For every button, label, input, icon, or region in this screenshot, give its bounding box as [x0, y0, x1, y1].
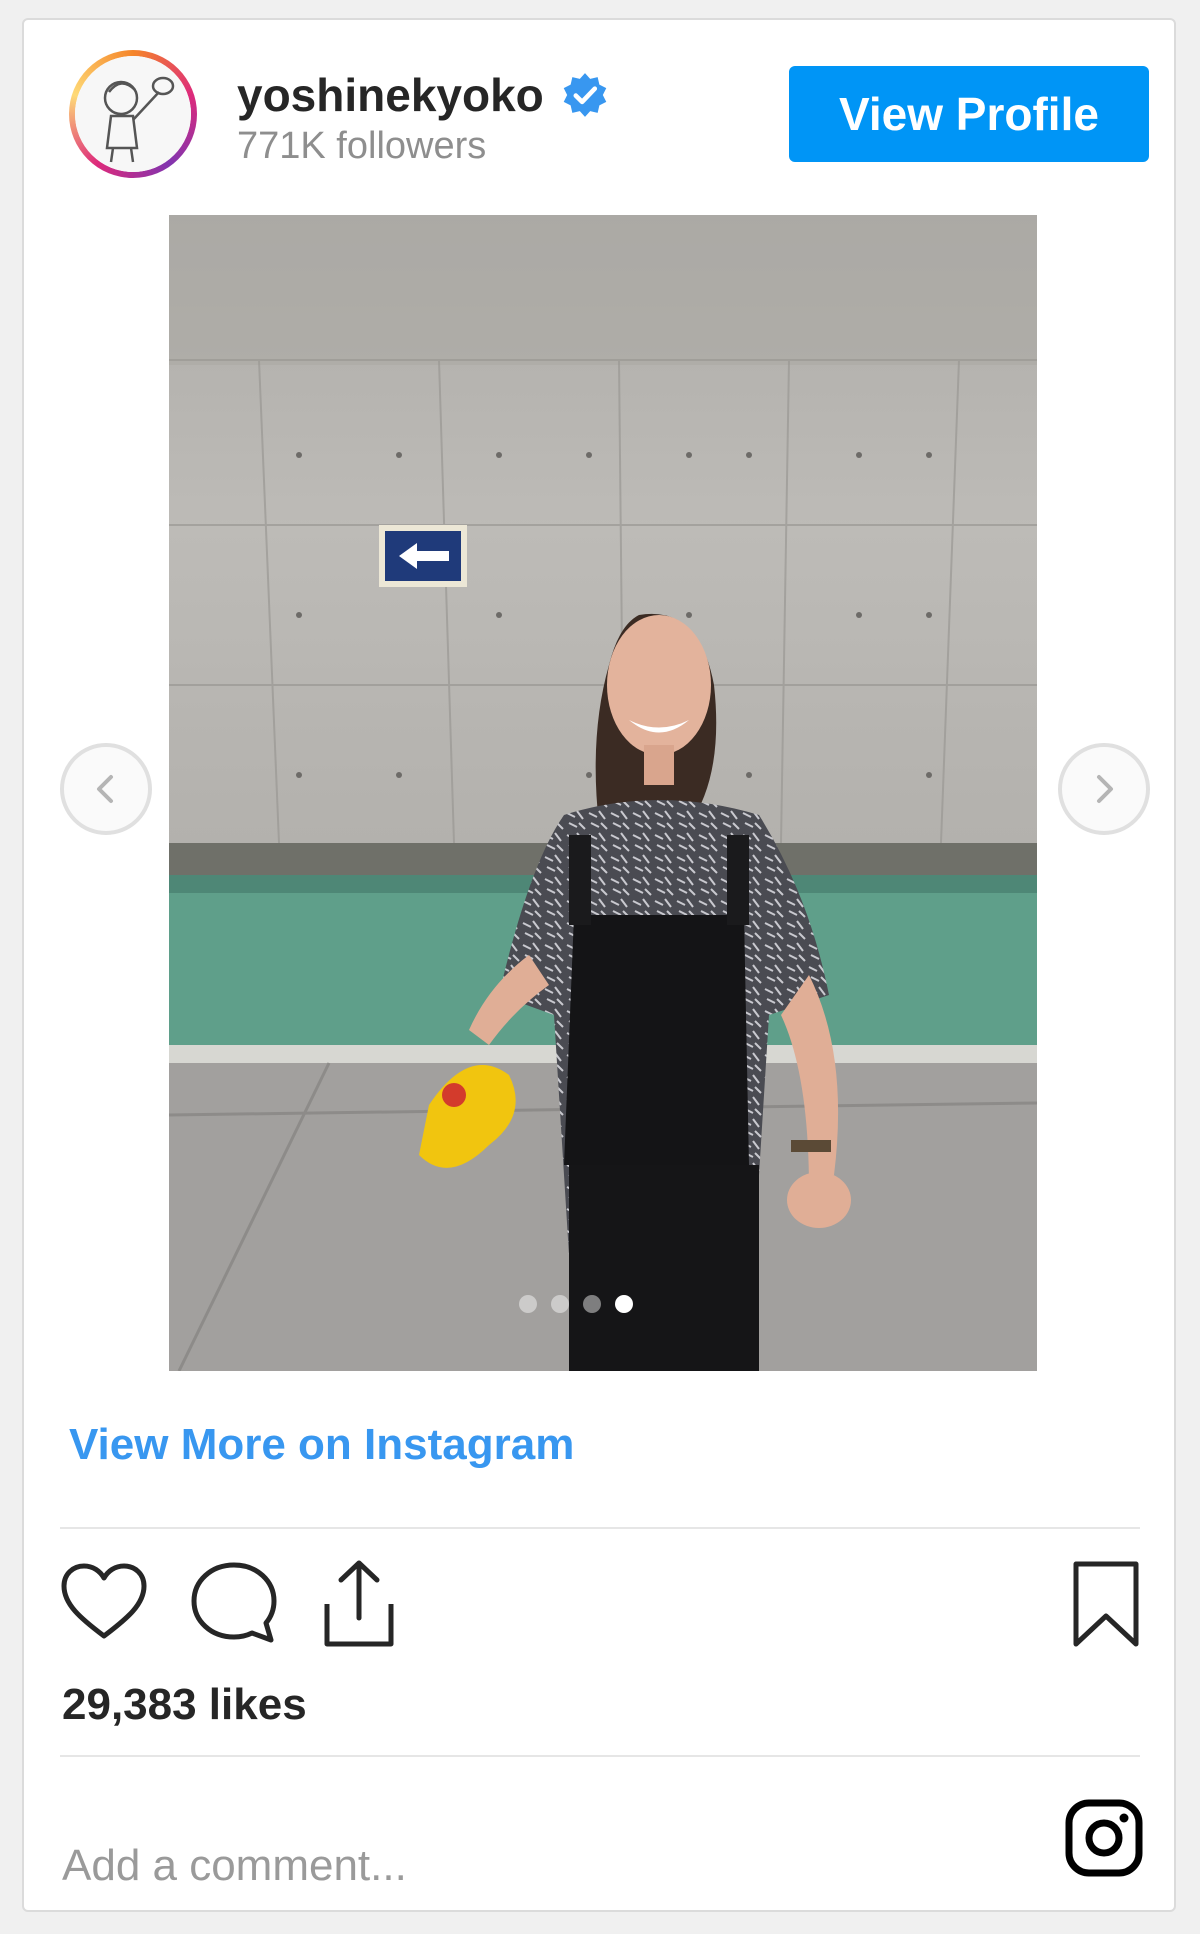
username[interactable]: yoshinekyoko [237, 68, 544, 122]
share-icon[interactable] [319, 1558, 399, 1650]
carousel-next-button[interactable] [1058, 743, 1150, 835]
view-profile-button[interactable]: View Profile [789, 66, 1149, 162]
carousel-dot [519, 1295, 537, 1313]
carousel-dots [519, 1295, 633, 1313]
divider [60, 1755, 1140, 1757]
instagram-embed-card: yoshinekyoko 771K followers View Profile [22, 18, 1176, 1912]
like-count: 29,383 likes [62, 1680, 307, 1729]
profile-avatar-ring[interactable] [69, 50, 197, 178]
carousel-dot [551, 1295, 569, 1313]
post-photo[interactable] [169, 215, 1037, 1371]
bookmark-icon[interactable] [1070, 1560, 1142, 1648]
post-photo-illustration [169, 215, 1037, 1371]
comment-bubble-icon[interactable] [189, 1560, 279, 1646]
divider [60, 1527, 1140, 1529]
carousel-dot [583, 1295, 601, 1313]
chevron-right-icon [1097, 775, 1113, 803]
heart-icon[interactable] [60, 1562, 148, 1642]
avatar-illustration [75, 56, 191, 172]
follower-count: 771K followers [237, 125, 487, 167]
chevron-left-icon [97, 775, 113, 803]
carousel-dot [615, 1295, 633, 1313]
instagram-logo-icon[interactable] [1064, 1798, 1144, 1878]
carousel-prev-button[interactable] [60, 743, 152, 835]
verified-badge-icon [563, 73, 607, 117]
comment-input[interactable] [60, 1820, 1004, 1912]
avatar [75, 56, 191, 172]
view-more-link[interactable]: View More on Instagram [69, 1420, 574, 1470]
